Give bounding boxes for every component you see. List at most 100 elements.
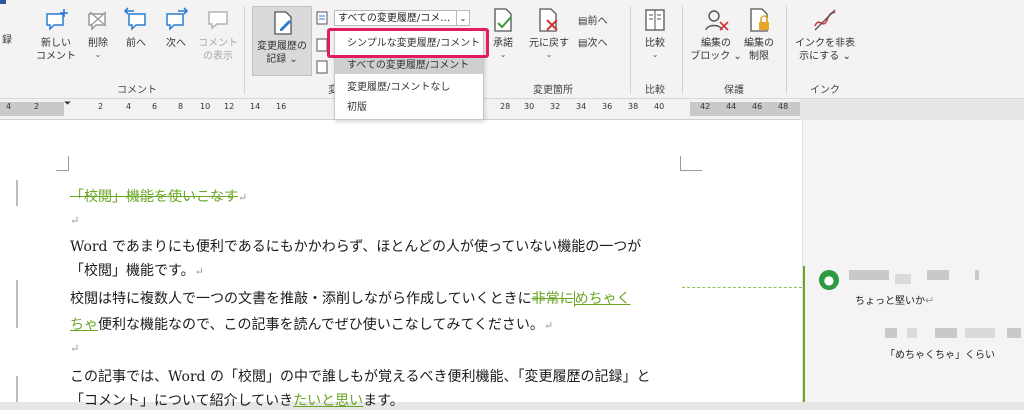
paragraph-line: 「校閲」機能です。↵ bbox=[70, 263, 204, 279]
ruler-tick: 28 bbox=[500, 102, 511, 111]
markup-display-dropdown-button[interactable]: ⌄ bbox=[456, 10, 470, 26]
new-comment-icon bbox=[46, 9, 68, 31]
menu-item-all-markup[interactable]: すべての変更履歴/コメント bbox=[335, 57, 483, 74]
previous-change-button[interactable]: ▤前へ bbox=[578, 12, 607, 27]
ruler-tick: 36 bbox=[602, 102, 613, 111]
ruler-tick: 46 bbox=[752, 102, 763, 111]
reviewing-pane-icon bbox=[316, 60, 328, 74]
compare-icon bbox=[645, 9, 665, 31]
avatar: ● bbox=[819, 270, 839, 290]
callout-highlight-box bbox=[327, 28, 489, 58]
paragraph-line: ちゃ便利な機能なので、この記事を読んでぜひ使いこなしてみてください。↵ bbox=[70, 317, 554, 333]
ruler-tick: 14 bbox=[250, 102, 261, 111]
chevron-down-icon: ⌄ bbox=[499, 50, 507, 59]
empty-paragraph: ↵ bbox=[70, 340, 79, 356]
block-authors-button[interactable]: 編集の ブロック ⌄ bbox=[690, 6, 742, 63]
corner-mark bbox=[68, 156, 69, 170]
corner-mark bbox=[680, 156, 681, 170]
doc-title: 「校閲」機能を使いこなす↵ bbox=[70, 186, 247, 206]
paragraph-mark: ↵ bbox=[194, 265, 204, 278]
chevron-down-icon: ⌄ bbox=[94, 50, 102, 59]
comment-active-bar bbox=[803, 266, 805, 402]
chevron-down-icon: ⌄ bbox=[839, 51, 851, 62]
show-comments-button[interactable]: コメント の表示 bbox=[196, 6, 240, 63]
change-bar bbox=[16, 180, 18, 206]
group-separator bbox=[630, 6, 631, 94]
delete-comment-button[interactable]: 削除 ⌄ bbox=[80, 6, 116, 60]
ruler-tick: 10 bbox=[200, 102, 211, 111]
comment-text[interactable]: ちょっと堅いか↵ bbox=[855, 292, 934, 307]
next-comment-button[interactable]: 次へ bbox=[158, 6, 194, 50]
ink-group-label: インク bbox=[810, 85, 840, 96]
user-icon: ● bbox=[823, 273, 835, 287]
redacted-timestamp bbox=[935, 328, 957, 338]
redacted-author-name bbox=[885, 328, 897, 338]
paragraph-line: この記事では、Word の「校閲」の中で誰しもが覚えるべき便利機能、「変更履歴の… bbox=[70, 369, 651, 385]
ruler-tick: 42 bbox=[700, 102, 711, 111]
group-separator bbox=[786, 6, 787, 94]
paragraph-line: Word であまりにも便利であるにもかかわらず、ほとんどの人が使っていない機能の… bbox=[70, 239, 642, 255]
ruler-tick: 48 bbox=[778, 102, 789, 111]
display-markup-icon bbox=[316, 11, 328, 25]
deleted-text: 非常に bbox=[531, 291, 574, 307]
reject-icon bbox=[539, 8, 558, 32]
group-separator bbox=[682, 6, 683, 94]
markup-pane: ● ちょっと堅いか↵ 「めちゃくちゃ」くらい bbox=[802, 120, 1024, 402]
block-authors-icon bbox=[705, 10, 729, 31]
next-change-button[interactable]: ▤次へ bbox=[578, 34, 607, 49]
ruler-tick: 16 bbox=[276, 102, 287, 111]
new-comment-button[interactable]: 新しい コメント bbox=[34, 6, 78, 63]
track-changes-icon bbox=[274, 11, 292, 35]
ruler-tick: 44 bbox=[726, 102, 737, 111]
redacted-timestamp bbox=[975, 270, 979, 280]
reject-change-button[interactable]: 元に戻す ⌄ bbox=[526, 6, 572, 60]
ruler-tick: 4 bbox=[126, 102, 132, 111]
accept-change-button[interactable]: 承諾 ⌄ bbox=[488, 6, 518, 60]
inserted-text: たいと思い bbox=[293, 393, 364, 409]
ribbon: 録 新しい コメント 削除 ⌄ 前へ 次へ コメント の表示 コメント 変更履歴… bbox=[0, 0, 1024, 99]
corner-mark bbox=[56, 170, 69, 171]
ruler-tick: 34 bbox=[576, 102, 587, 111]
changes-group-label: 変更箇所 bbox=[533, 85, 573, 96]
paragraph-mark: ↵ bbox=[238, 191, 248, 204]
redacted-author-name bbox=[895, 274, 911, 284]
chevron-down-icon: ⌄ bbox=[545, 50, 553, 59]
ruler-tick: 30 bbox=[524, 102, 535, 111]
group-separator bbox=[244, 6, 245, 94]
redacted-timestamp bbox=[965, 328, 995, 338]
track-changes-button[interactable]: 変更履歴の 記録 ⌄ bbox=[252, 6, 312, 76]
show-comments-icon bbox=[208, 11, 228, 30]
compare-group-label: 比較 bbox=[645, 85, 665, 96]
inserted-text: めちゃく bbox=[573, 291, 631, 307]
paragraph-mark: ↵ bbox=[70, 342, 80, 355]
compare-button[interactable]: 比較 ⌄ bbox=[638, 6, 672, 60]
menu-item-no-markup[interactable]: 変更履歴/コメントなし bbox=[335, 79, 483, 96]
corner-mark bbox=[680, 170, 702, 171]
change-bar bbox=[16, 376, 18, 402]
comment-connector bbox=[682, 287, 802, 288]
chevron-down-icon: ⌄ bbox=[286, 54, 298, 65]
paragraph-line: 「コメント」について紹介していきたいと思います。 bbox=[70, 393, 404, 409]
redacted-author-name bbox=[849, 270, 889, 280]
paragraph-mark: ↵ bbox=[543, 319, 554, 332]
hide-ink-button[interactable]: インクを非表 示にする ⌄ bbox=[792, 6, 858, 63]
reply-text[interactable]: 「めちゃくちゃ」くらい bbox=[885, 346, 995, 361]
inserted-text: ちゃ bbox=[70, 317, 98, 333]
markup-display-combo[interactable]: すべての変更履歴/コメ… bbox=[334, 10, 468, 26]
protect-group-label: 保護 bbox=[724, 85, 744, 96]
previous-comment-button[interactable]: 前へ bbox=[118, 6, 154, 50]
ruler-indent-marker[interactable]: ⏷ bbox=[64, 99, 71, 109]
ruler-tick: 38 bbox=[628, 102, 639, 111]
paragraph-mark: ↵ bbox=[70, 214, 80, 227]
ruler-tick: 4 bbox=[6, 102, 12, 111]
empty-paragraph: ↵ bbox=[70, 212, 79, 228]
previous-comment-icon bbox=[123, 7, 146, 31]
paragraph-line: 校閲は特に複数人で一つの文書を推敲・添削しながら作成していくときに非常にめちゃく bbox=[70, 291, 631, 307]
hide-ink-icon bbox=[814, 9, 836, 31]
accept-icon bbox=[494, 8, 512, 32]
ruler-tick: 2 bbox=[34, 102, 40, 111]
document-page[interactable]: 「校閲」機能を使いこなす↵ ↵ Word であまりにも便利であるにもかかわらず、… bbox=[0, 120, 802, 409]
ruler-tick: 40 bbox=[654, 102, 665, 111]
menu-item-original[interactable]: 初版 bbox=[335, 99, 483, 116]
restrict-editing-button[interactable]: 編集の 制限 bbox=[740, 6, 778, 63]
